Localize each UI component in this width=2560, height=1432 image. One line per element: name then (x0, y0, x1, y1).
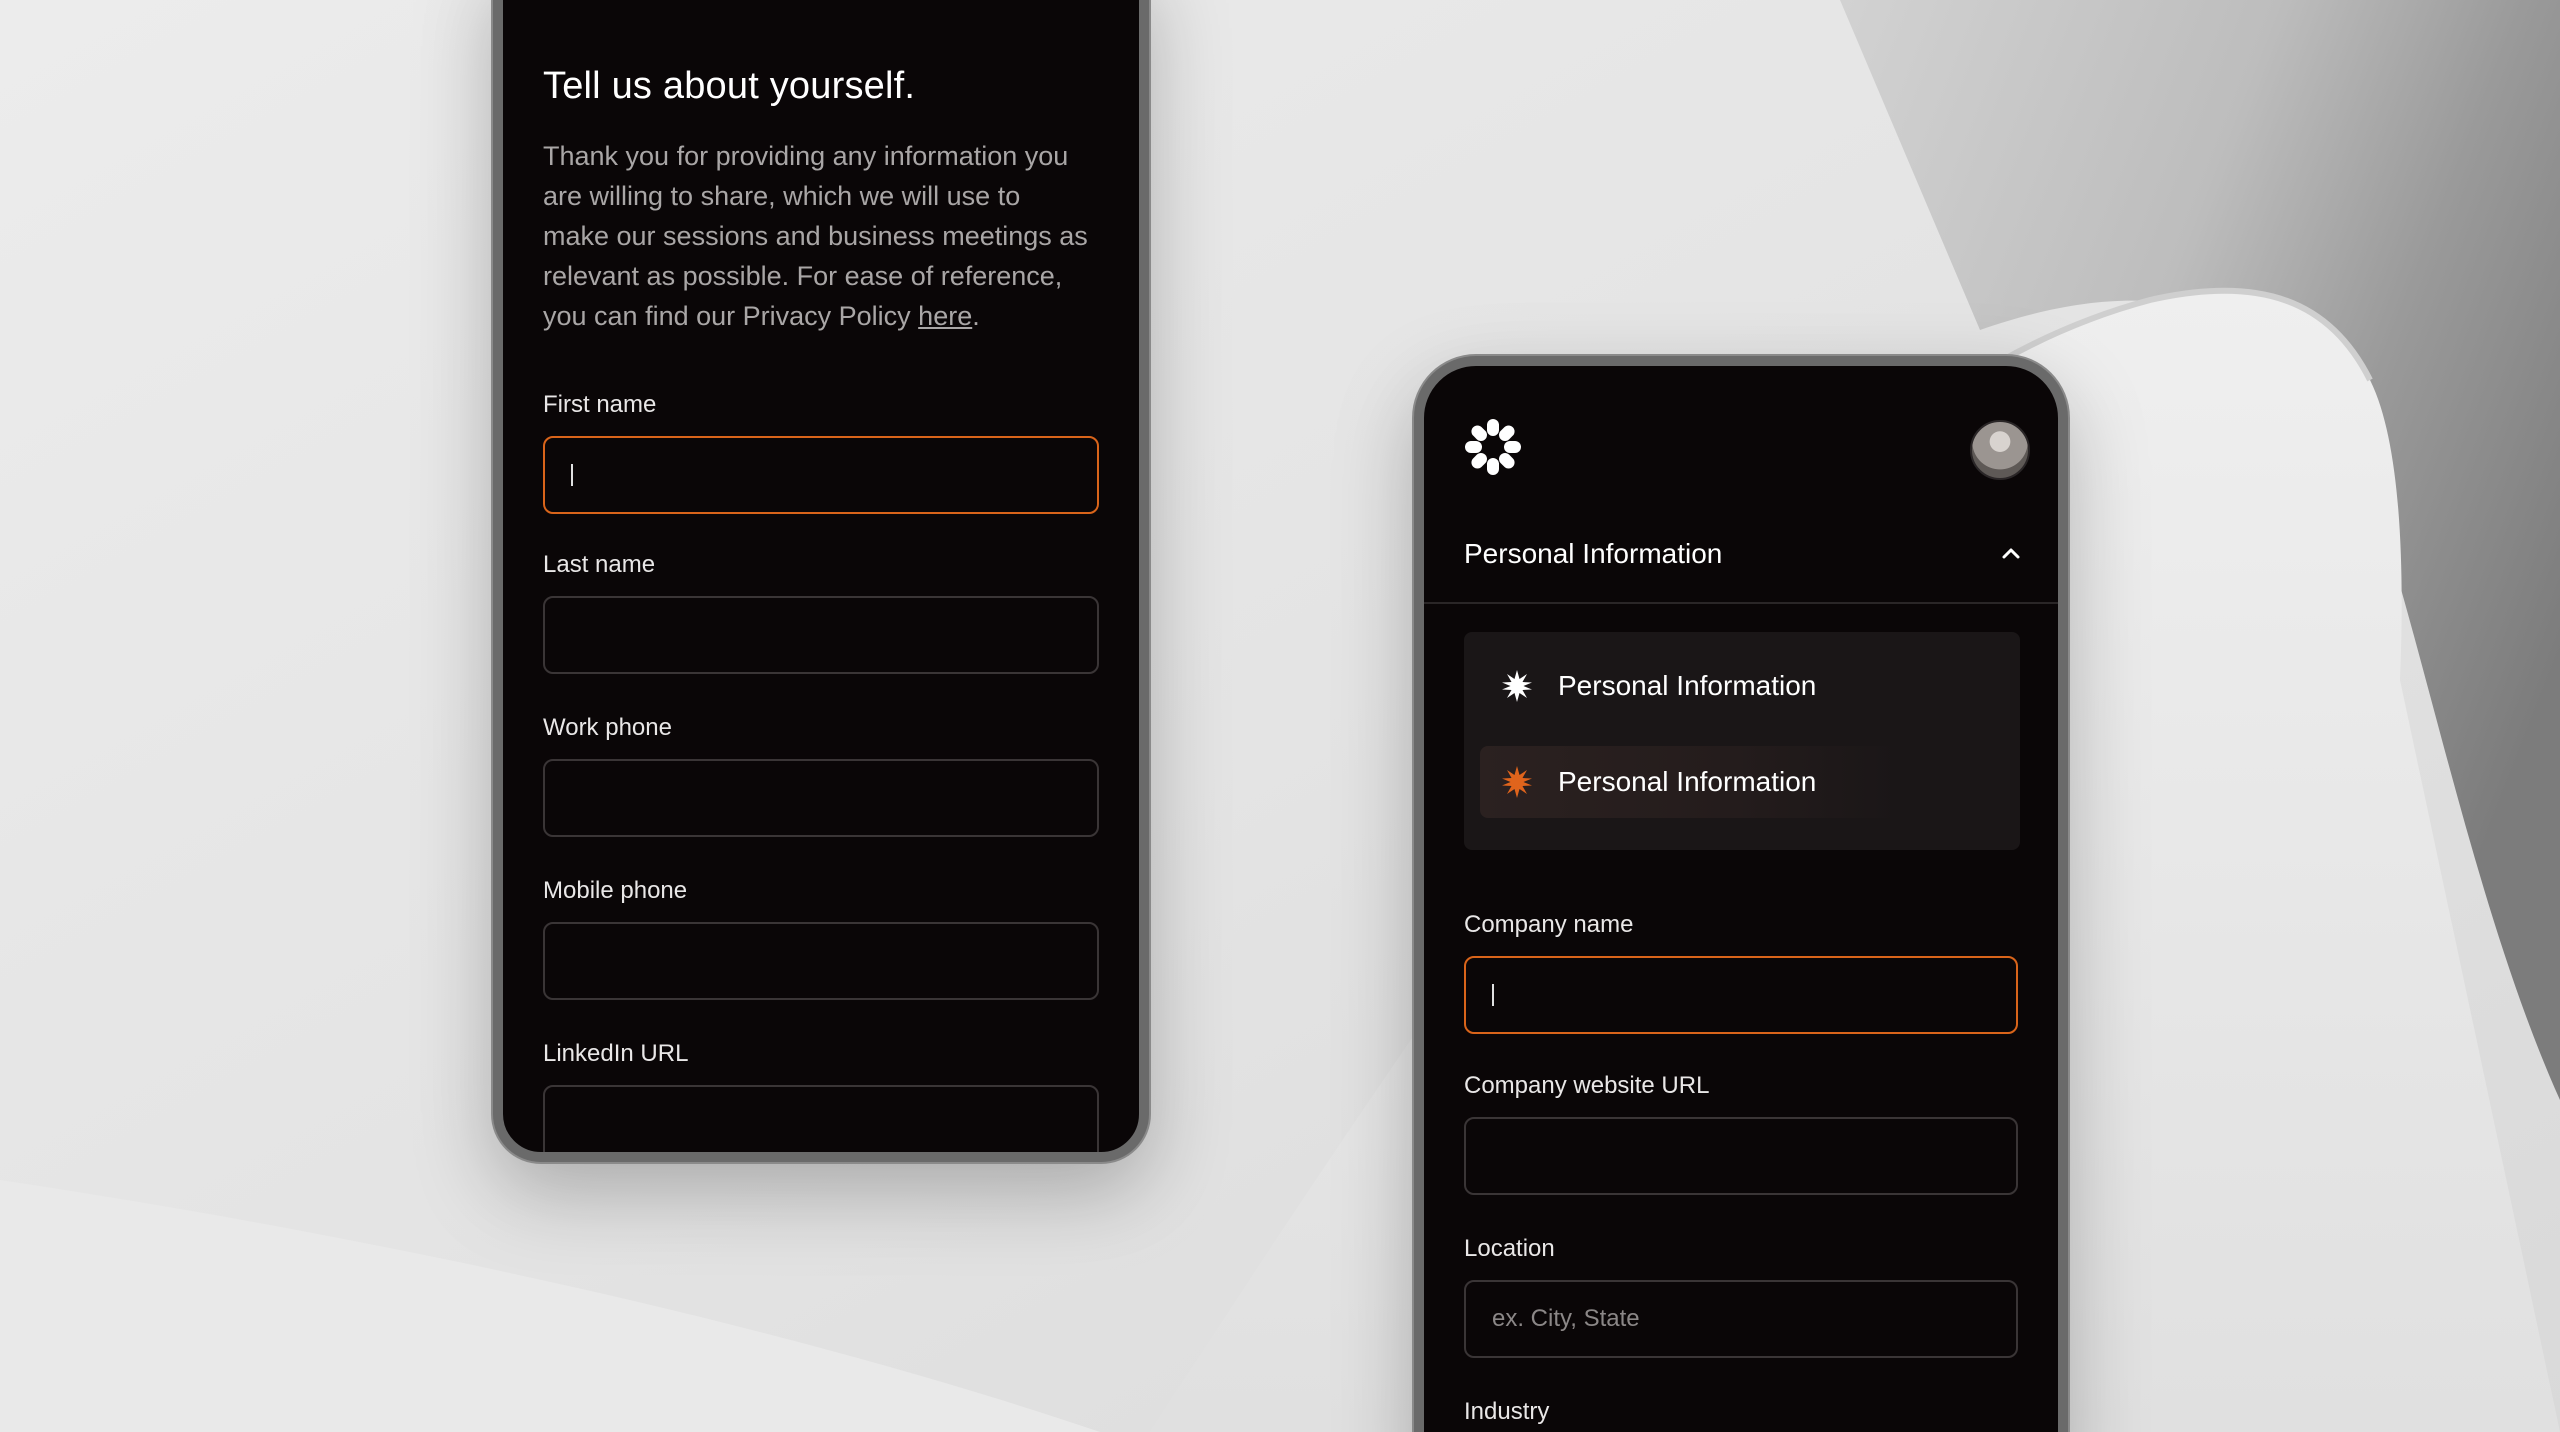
menu-item-label: Personal Information (1558, 766, 1817, 797)
location-group: Location ex. City, State (1464, 1234, 2018, 1358)
mobile-phone-input[interactable] (543, 922, 1099, 1000)
stage: Tell us about yourself. Thank you for pr… (0, 0, 2560, 1432)
accordion-title: Personal Information (1464, 538, 1723, 569)
left-phone-screen: Tell us about yourself. Thank you for pr… (493, 0, 1149, 1162)
menu-item-personal-information[interactable]: Personal Information (1480, 650, 1900, 722)
starburst-icon (1502, 766, 1532, 798)
last-name-group: Last name (543, 550, 1099, 674)
mobile-phone-group: Mobile phone (543, 876, 1099, 1000)
section-menu: Personal Information Personal Informatio… (1464, 632, 2020, 850)
work-phone-input[interactable] (543, 759, 1099, 837)
linkedin-label: LinkedIn URL (543, 1040, 689, 1067)
work-phone-group: Work phone (543, 713, 1099, 837)
chevron-up-icon[interactable] (1998, 541, 2024, 567)
right-phone-screen: Personal Information Personal Informatio… (1414, 356, 2068, 1432)
first-name-label: First name (543, 391, 657, 418)
section-divider (1424, 602, 2058, 604)
form-title: Tell us about yourself. (543, 65, 916, 107)
privacy-policy-link[interactable]: here (918, 301, 972, 331)
mobile-phone-label: Mobile phone (543, 877, 688, 904)
work-phone-label: Work phone (543, 714, 672, 741)
company-website-group: Company website URL (1464, 1071, 2018, 1195)
starburst-icon (1502, 670, 1532, 702)
industry-label: Industry (1464, 1398, 1550, 1425)
starburst-logo-icon[interactable] (1464, 418, 1522, 476)
first-name-group: First name (543, 390, 1099, 514)
first-name-input[interactable] (543, 436, 1099, 514)
about-form: Tell us about yourself. Thank you for pr… (543, 62, 1103, 1152)
last-name-input[interactable] (543, 596, 1099, 674)
intro-end: . (972, 301, 980, 331)
location-input[interactable]: ex. City, State (1464, 1280, 2018, 1358)
company-name-label: Company name (1464, 911, 1634, 938)
intro-text: Thank you for providing any information … (543, 141, 1088, 331)
intro-paragraph: Thank you for providing any information … (543, 136, 1093, 336)
text-caret (1492, 984, 1494, 1006)
location-label: Location (1464, 1235, 1555, 1262)
menu-item-label: Personal Information (1558, 670, 1817, 701)
linkedin-group: LinkedIn URL (543, 1039, 1099, 1152)
company-name-group: Company name (1464, 910, 2018, 1034)
user-avatar[interactable] (1970, 420, 2030, 480)
accordion-header[interactable]: Personal Information (1464, 534, 2024, 574)
last-name-label: Last name (543, 551, 656, 578)
location-placeholder: ex. City, State (1492, 1305, 1640, 1332)
industry-group: Industry (1464, 1397, 1549, 1427)
text-caret (571, 464, 573, 486)
company-website-label: Company website URL (1464, 1072, 1710, 1099)
company-name-input[interactable] (1464, 956, 2018, 1034)
menu-item-personal-information-selected[interactable]: Personal Information (1480, 746, 1900, 818)
company-website-input[interactable] (1464, 1117, 2018, 1195)
linkedin-input[interactable] (543, 1085, 1099, 1152)
background-paper (0, 0, 2560, 1432)
